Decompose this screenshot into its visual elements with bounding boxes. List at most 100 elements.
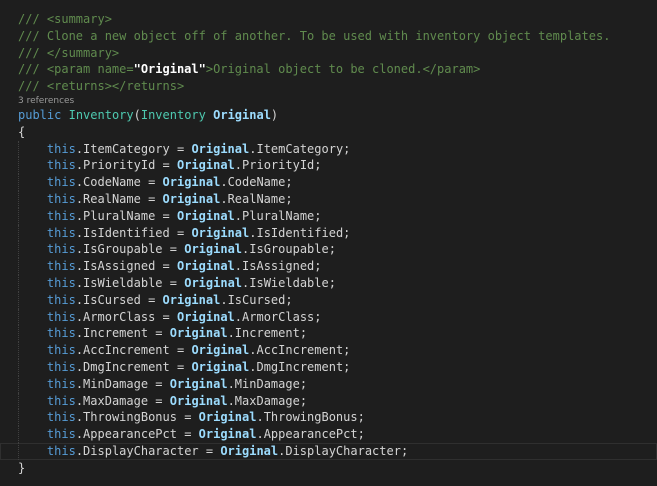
indent-guide [18,375,19,393]
source-property: MinDamage [234,376,300,391]
dot: . [75,191,84,206]
dot: . [75,376,84,391]
dot: . [256,427,264,442]
dot: . [75,225,84,240]
paren-open: ( [133,107,141,122]
assign-operator: = [176,410,199,425]
indent-guide [18,358,19,376]
this-keyword: this [46,343,76,358]
dot: . [234,158,243,173]
indent-guide [18,291,19,309]
assignment-line: this.IsIdentified = Original.IsIdentifie… [0,224,657,242]
target-property: Increment [83,326,149,341]
source-property: IsCursed [227,292,286,307]
this-keyword: this [46,259,76,274]
source-property: AccIncrement [256,343,344,358]
assign-operator: = [169,359,192,374]
assign-operator: = [155,208,177,223]
dot: . [75,158,84,173]
target-property: ArmorClass [83,309,156,324]
assignment-line: this.IsCursed = Original.IsCursed; [0,291,657,309]
source-object: Original [191,343,250,358]
doc-summary-open: /// <summary> [18,12,112,26]
assignment-line: this.AppearancePct = Original.Appearance… [0,426,657,443]
this-keyword: this [46,242,76,257]
source-object: Original [191,359,250,374]
this-keyword: this [46,141,76,156]
assign-operator: = [148,393,170,408]
doc-comment-line: /// <summary> [0,11,657,28]
assign-operator: = [140,175,163,190]
semicolon: ; [343,359,351,374]
brace-close: } [18,460,26,475]
assignment-line: this.MinDamage = Original.MinDamage; [0,375,657,393]
assignment-line: this.AccIncrement = Original.AccIncremen… [0,342,657,359]
target-property: AccIncrement [83,343,170,358]
this-keyword: this [46,225,76,240]
assignment-line: this.PriorityId = Original.PriorityId; [0,157,657,175]
constructor-body: this. ItemCategory = Original. ItemCategor… [0,140,657,460]
source-property: Increment [234,326,300,341]
source-property: ThrowingBonus [263,410,358,425]
target-property: RealName [83,191,141,206]
assign-operator: = [140,191,163,206]
this-keyword: this [46,309,76,324]
source-object: Original [169,376,228,391]
source-property: AppearancePct [263,427,358,442]
source-object: Original [191,141,250,156]
source-object: Original [198,410,257,425]
indent-guide [18,426,19,443]
source-object: Original [176,208,235,223]
assignment-line: this.ThrowingBonus = Original.ThrowingBo… [0,409,657,427]
paren-close: ) [270,107,279,122]
target-property: MinDamage [83,376,149,391]
this-keyword: this [46,208,76,223]
dot: . [75,275,84,290]
dot: . [220,175,228,190]
assign-operator: = [176,427,199,442]
dot: . [75,393,84,408]
semicolon: ; [400,443,409,458]
this-keyword: this [46,275,76,290]
assignment-line: this.DmgIncrement = Original.DmgIncremen… [0,358,657,376]
dot: . [220,292,228,307]
assignment-line: this.DisplayCharacter = Original.Display… [0,442,657,460]
this-keyword: this [46,443,76,458]
this-keyword: this [46,410,76,425]
source-object: Original [169,326,228,341]
source-object: Original [169,393,228,408]
assign-operator: = [148,326,170,341]
this-keyword: this [46,376,76,391]
semicolon: ; [343,141,351,156]
assignment-line: this.CodeName = Original.CodeName; [0,174,657,191]
dot: . [75,242,84,257]
assignment-line: this.RealName = Original.RealName; [0,190,657,208]
indent-guide [18,207,19,225]
target-property: PriorityId [83,158,156,173]
assign-operator: = [155,259,177,274]
source-object: Original [162,175,221,190]
source-property: IsAssigned [242,259,315,274]
codelens-references[interactable]: 3 references [0,95,657,107]
semicolon: ; [343,225,351,240]
target-property: CodeName [83,175,141,190]
assignment-line: this.PluralName = Original.PluralName; [0,207,657,225]
brace-open: { [18,124,26,139]
indent-guide [18,308,19,326]
semicolon: ; [357,427,365,442]
semicolon: ; [299,326,308,341]
code-editor[interactable]: /// <summary> /// Clone a new object off… [0,0,657,486]
source-object: Original [220,443,279,458]
source-object: Original [176,259,235,274]
source-object: Original [162,292,221,307]
source-property: ArmorClass [242,309,315,324]
doc-comment-line: /// Clone a new object off of another. T… [0,28,657,45]
semicolon: ; [328,242,336,257]
constructor-name: Inventory [68,107,134,122]
source-property: IsWieldable [249,275,329,290]
source-property: PluralName [242,208,315,223]
doc-summary-text: /// Clone a new object off of another. T… [18,28,611,43]
assign-operator: = [140,292,163,307]
dot: . [220,191,228,206]
dot: . [75,141,84,156]
